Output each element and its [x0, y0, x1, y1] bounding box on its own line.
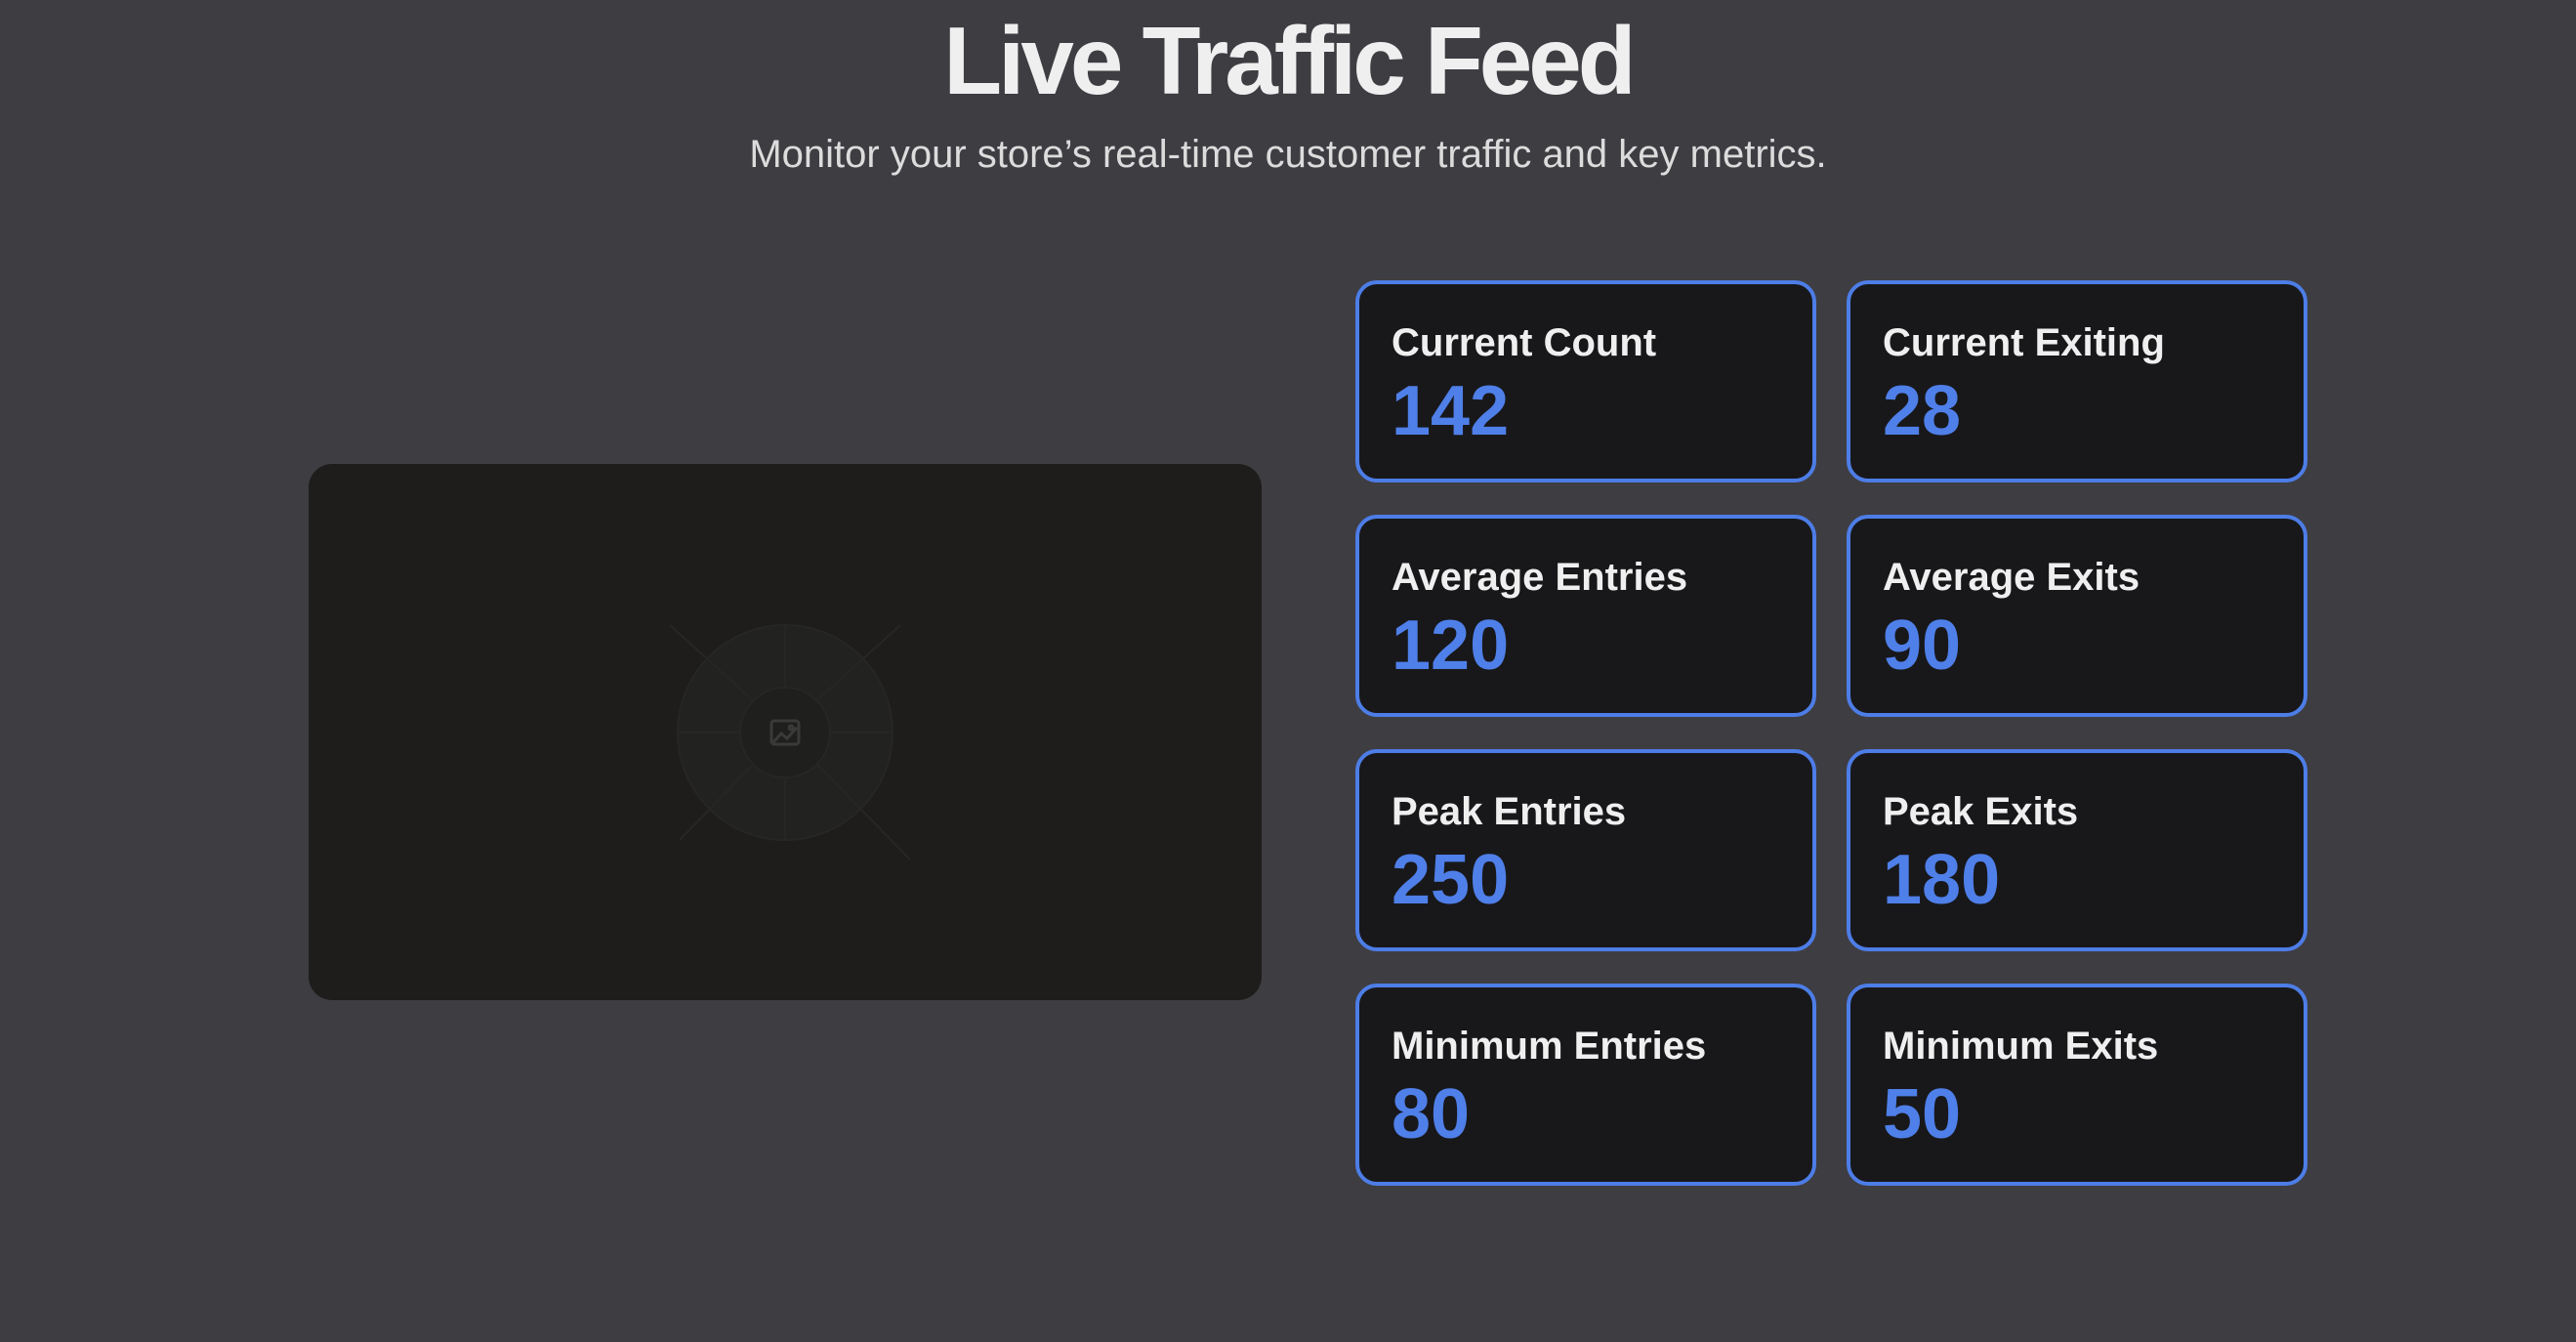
metric-card-average-exits: Average Exits 90	[1847, 515, 2307, 717]
metric-card-minimum-entries: Minimum Entries 80	[1355, 984, 1816, 1186]
metric-card-peak-exits: Peak Exits 180	[1847, 749, 2307, 951]
metric-label: Minimum Exits	[1883, 1025, 2159, 1068]
metric-label: Peak Exits	[1883, 790, 2079, 833]
page-title: Live Traffic Feed	[943, 7, 1636, 114]
metric-label: Current Count	[1392, 321, 1657, 364]
metric-value: 250	[1392, 841, 1510, 919]
metric-value: 90	[1883, 607, 1962, 685]
metric-card-peak-entries: Peak Entries 250	[1355, 749, 1816, 951]
metric-label: Minimum Entries	[1392, 1025, 1707, 1068]
live-video-feed	[309, 464, 1262, 1000]
metric-value: 180	[1883, 841, 2001, 919]
metric-value: 80	[1392, 1075, 1471, 1153]
page-subtitle: Monitor your store’s real-time customer …	[749, 133, 1827, 176]
metric-label: Current Exiting	[1883, 321, 2165, 364]
metric-value: 28	[1883, 372, 1962, 450]
metric-card-current-exiting: Current Exiting 28	[1847, 280, 2307, 482]
image-placeholder-icon	[669, 624, 911, 860]
metric-label: Peak Entries	[1392, 790, 1627, 833]
metric-value: 142	[1392, 372, 1510, 450]
metric-label: Average Exits	[1883, 556, 2140, 599]
metric-label: Average Entries	[1392, 556, 1688, 599]
metrics-grid: Current Count 142 Current Exiting 28 Ave…	[1355, 280, 2307, 1186]
metric-card-average-entries: Average Entries 120	[1355, 515, 1816, 717]
metric-card-current-count: Current Count 142	[1355, 280, 1816, 482]
metric-value: 50	[1883, 1075, 1962, 1153]
metric-card-minimum-exits: Minimum Exits 50	[1847, 984, 2307, 1186]
metric-value: 120	[1392, 607, 1510, 685]
